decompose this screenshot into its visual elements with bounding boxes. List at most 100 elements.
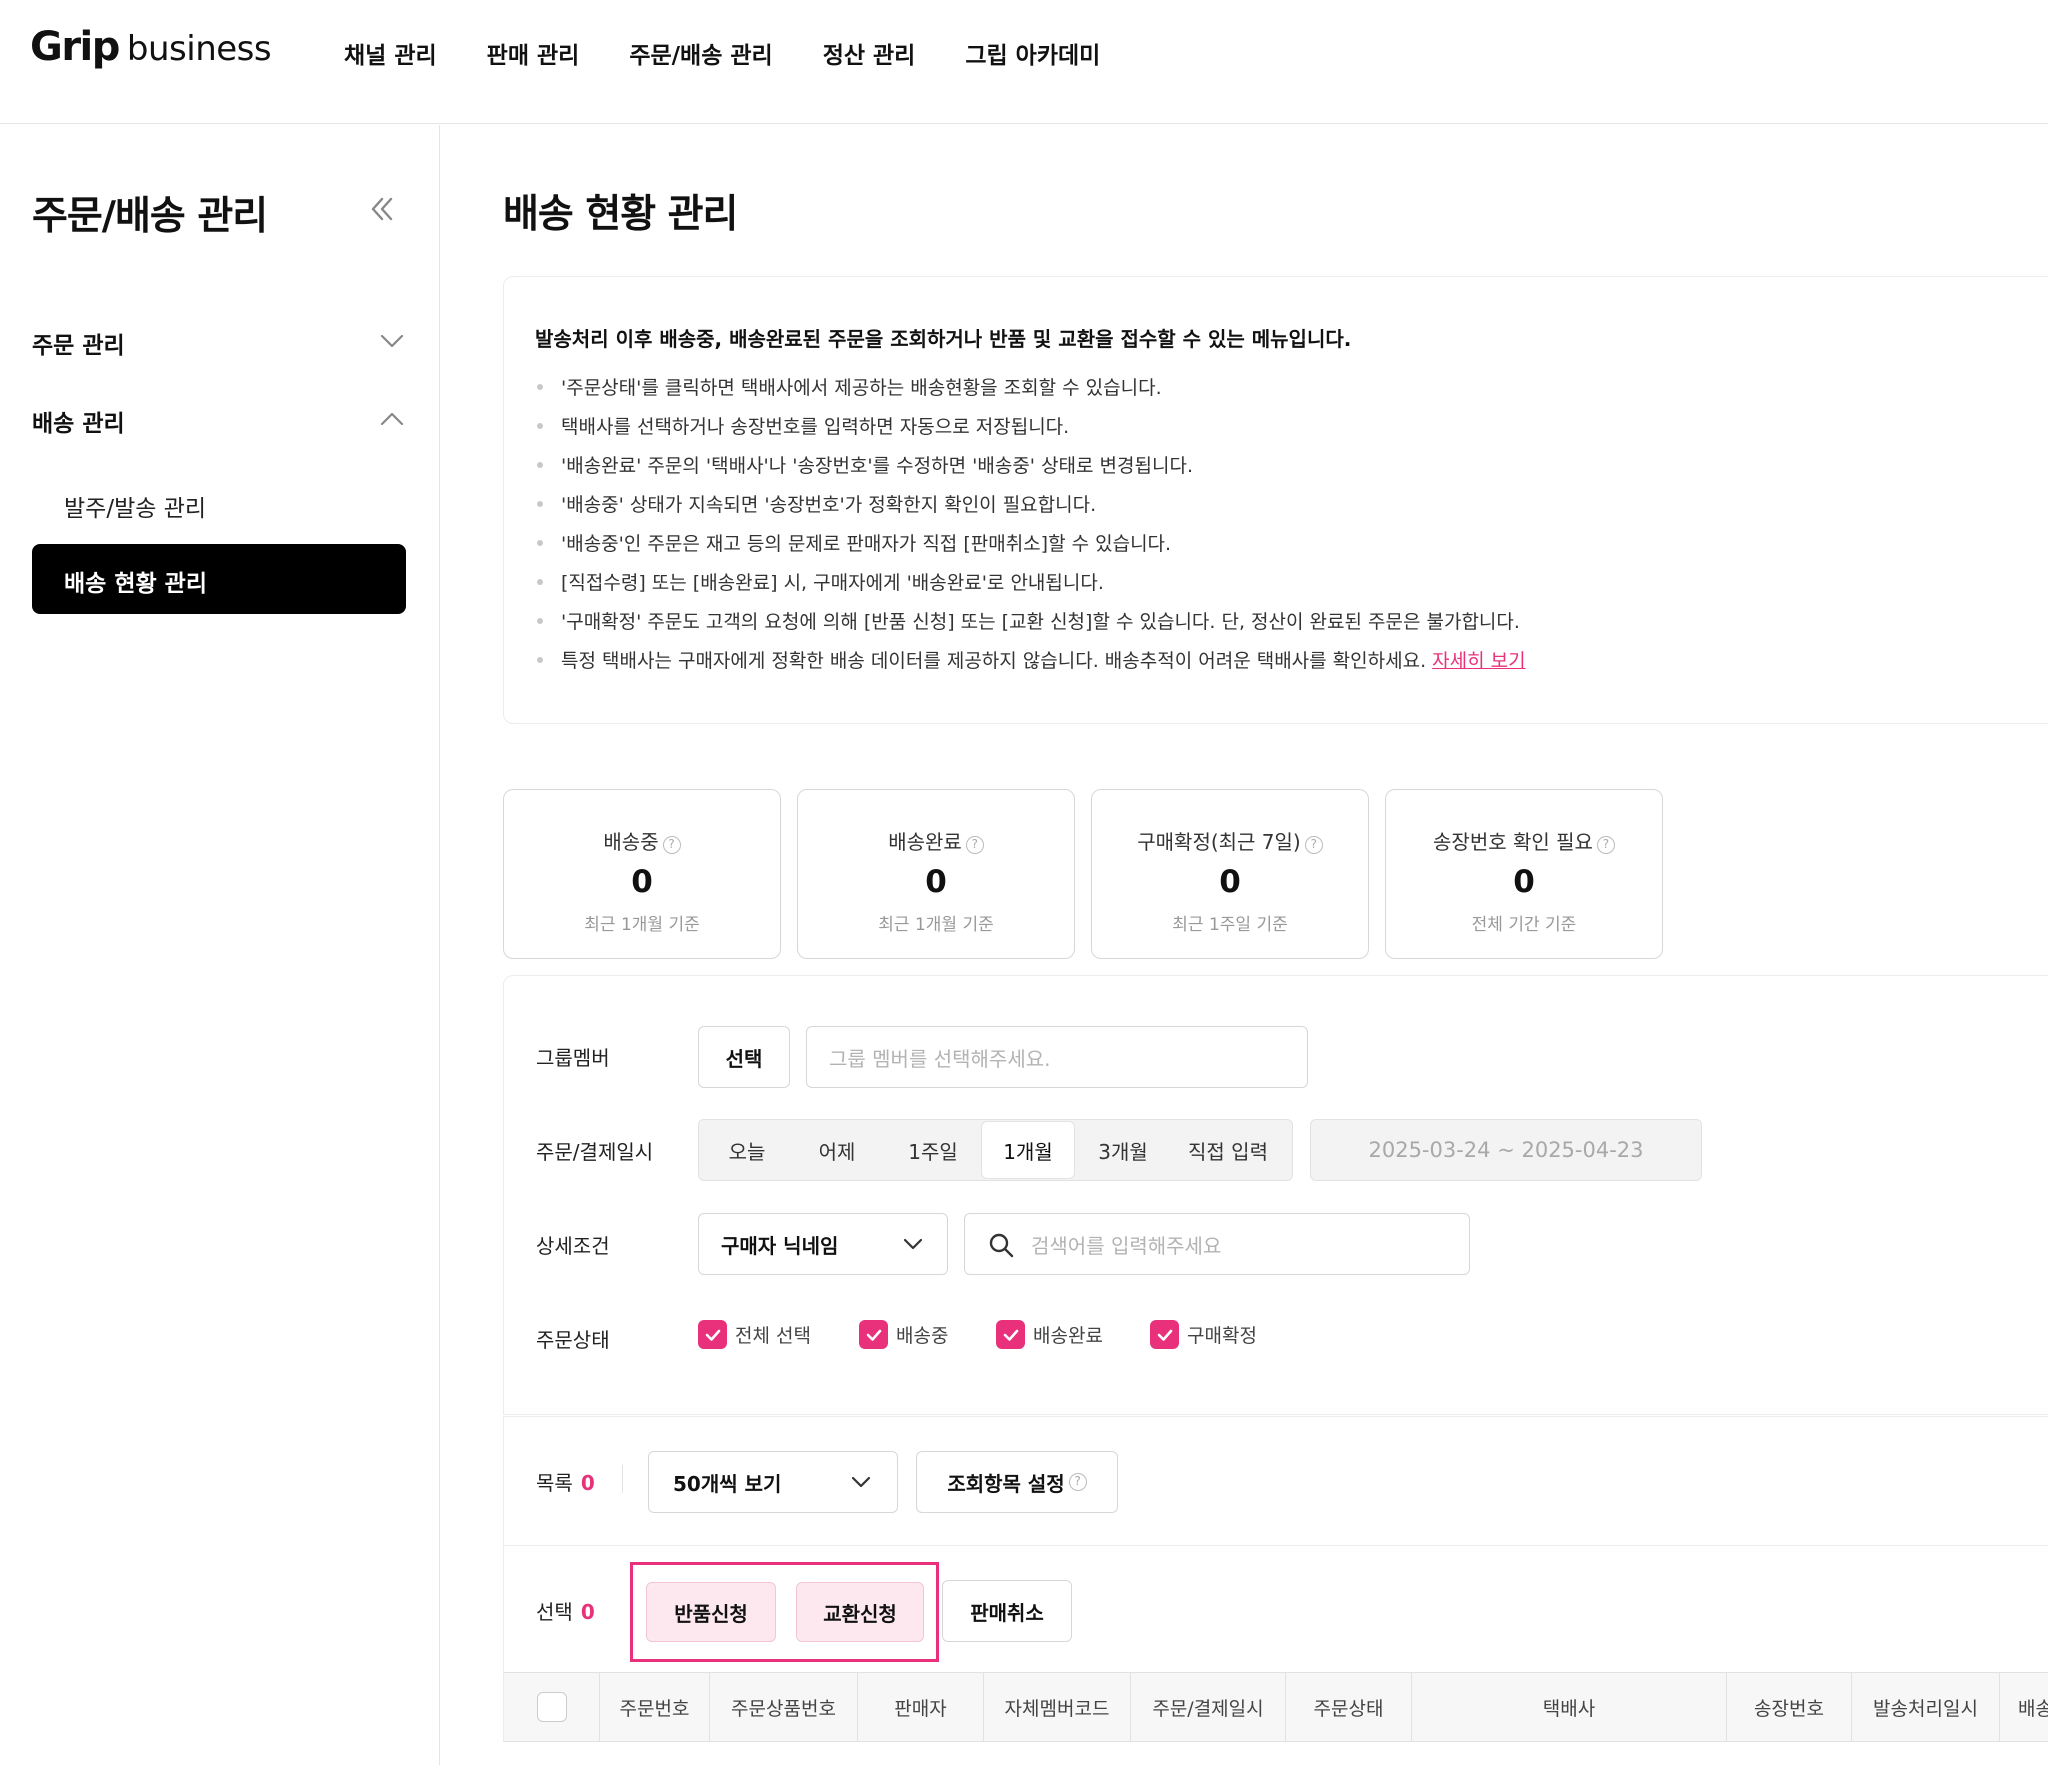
- status-checkbox-shipping[interactable]: 배송중: [859, 1320, 948, 1349]
- column-settings-button[interactable]: 조회항목 설정 ?: [916, 1451, 1118, 1513]
- notice-item: '주문상태'를 클릭하면 택배사에서 제공하는 배송현황을 조회할 수 있습니다…: [535, 373, 1526, 412]
- stat-card-invoice-check[interactable]: 송장번호 확인 필요? 0 전체 기간 기준: [1385, 789, 1663, 959]
- stat-value: 0: [1219, 864, 1241, 900]
- status-label: 주문상태: [536, 1328, 610, 1352]
- stat-title: 배송완료: [888, 830, 962, 854]
- sidebar: 주문/배송 관리 주문 관리 배송 관리 발주/발송 관리 배송 현황 관리: [0, 125, 440, 1765]
- date-option-week[interactable]: 1주일: [885, 1121, 981, 1179]
- search-input[interactable]: 검색어를 입력해주세요: [964, 1213, 1470, 1275]
- column-header[interactable]: 택배사: [1412, 1673, 1727, 1741]
- grip-business-logo[interactable]: Grip business: [30, 24, 272, 80]
- select-all-checkbox[interactable]: [536, 1692, 567, 1722]
- stat-cards: 배송중? 0 최근 1개월 기준 배송완료? 0 최근 1개월 기준 구매확정(…: [503, 789, 1663, 959]
- stat-title-wrap: 송장번호 확인 필요?: [1386, 826, 1662, 855]
- column-header[interactable]: 주문상태: [1286, 1673, 1412, 1741]
- status-checkbox-label: 구매확정: [1187, 1325, 1257, 1347]
- date-option-3months[interactable]: 3개월: [1075, 1121, 1171, 1179]
- stat-sub: 최근 1개월 기준: [584, 915, 700, 935]
- logo-light-text: business: [126, 29, 272, 69]
- date-option-today[interactable]: 오늘: [705, 1121, 789, 1179]
- group-member-field[interactable]: 그룹 멤버를 선택해주세요.: [806, 1026, 1308, 1088]
- notice-item: 택배사를 선택하거나 송장번호를 입력하면 자동으로 저장됩니다.: [535, 412, 1526, 451]
- column-header[interactable]: 배송: [2000, 1673, 2048, 1741]
- column-header[interactable]: 발송처리일시: [1852, 1673, 2000, 1741]
- filter-panel: 그룹멤버 선택 그룹 멤버를 선택해주세요. 주문/결제일시 오늘 어제 1주일…: [503, 975, 2048, 1415]
- nav-orders[interactable]: 주문/배송 관리: [629, 36, 772, 70]
- chevron-up-icon: [378, 405, 406, 433]
- stat-sub: 최근 1개월 기준: [878, 915, 994, 935]
- date-option-month[interactable]: 1개월: [981, 1121, 1075, 1179]
- help-icon[interactable]: ?: [1596, 836, 1615, 854]
- exchange-request-button[interactable]: 교환신청: [796, 1582, 924, 1642]
- stat-title-wrap: 구매확정(최근 7일)?: [1092, 826, 1368, 855]
- status-checkbox-confirmed[interactable]: 구매확정: [1150, 1320, 1257, 1349]
- stat-sub: 최근 1주일 기준: [1172, 915, 1288, 935]
- column-header[interactable]: 판매자: [858, 1673, 984, 1741]
- help-icon[interactable]: ?: [1304, 836, 1323, 854]
- sidebar-group-order[interactable]: 주문 관리: [32, 321, 406, 361]
- column-header[interactable]: 송장번호: [1727, 1673, 1852, 1741]
- sidebar-title: 주문/배송 관리: [32, 194, 268, 239]
- stat-card-shipping[interactable]: 배송중? 0 최근 1개월 기준: [503, 789, 781, 959]
- chevron-down-icon: [849, 1470, 873, 1499]
- date-option-custom[interactable]: 직접 입력: [1171, 1121, 1285, 1179]
- stat-card-confirmed[interactable]: 구매확정(최근 7일)? 0 최근 1주일 기준: [1091, 789, 1369, 959]
- status-checkbox-label: 배송중: [896, 1325, 949, 1347]
- sale-cancel-button[interactable]: 판매취소: [942, 1580, 1072, 1642]
- help-icon: ?: [1068, 1473, 1087, 1491]
- column-header[interactable]: 주문상품번호: [710, 1673, 858, 1741]
- notice-box: 발송처리 이후 배송중, 배송완료된 주문을 조회하거나 반품 및 교환을 접수…: [503, 276, 2048, 724]
- help-icon[interactable]: ?: [662, 836, 681, 854]
- list-count: 목록 0: [536, 1467, 595, 1496]
- stat-title: 구매확정(최근 7일): [1137, 830, 1301, 854]
- column-settings-label: 조회항목 설정: [947, 1471, 1065, 1496]
- nav-sales[interactable]: 판매 관리: [487, 36, 580, 70]
- check-icon: [698, 1320, 727, 1349]
- help-icon[interactable]: ?: [965, 836, 984, 854]
- stat-value: 0: [925, 864, 947, 900]
- list-count-label: 목록: [536, 1471, 573, 1495]
- notice-item-text: 특정 택배사는 구매자에게 정확한 배송 데이터를 제공하지 않습니다. 배송추…: [561, 650, 1427, 672]
- stat-title-wrap: 배송중?: [504, 826, 780, 855]
- check-icon: [996, 1320, 1025, 1349]
- nav-channel[interactable]: 채널 관리: [344, 36, 437, 70]
- group-member-select-button[interactable]: 선택: [698, 1026, 790, 1088]
- status-checkbox-label: 배송완료: [1033, 1325, 1103, 1347]
- detail-label: 상세조건: [536, 1234, 610, 1258]
- page-title: 배송 현황 관리: [503, 192, 738, 237]
- sidebar-item-dispatch[interactable]: 발주/발송 관리: [64, 489, 206, 523]
- column-header[interactable]: 자체멤버코드: [984, 1673, 1131, 1741]
- date-range-field[interactable]: 2025-03-24 ~ 2025-04-23: [1310, 1119, 1702, 1181]
- detail-select-value: 구매자 닉네임: [721, 1233, 839, 1258]
- top-header: Grip business 채널 관리 판매 관리 주문/배송 관리 정산 관리…: [0, 0, 2048, 124]
- nav-academy[interactable]: 그립 아카데미: [965, 36, 1100, 70]
- detail-link[interactable]: 자세히 보기: [1432, 650, 1525, 672]
- date-option-yesterday[interactable]: 어제: [789, 1121, 885, 1179]
- nav-settlement[interactable]: 정산 관리: [823, 36, 916, 70]
- stat-title: 송장번호 확인 필요: [1433, 830, 1593, 854]
- notice-list: '주문상태'를 클릭하면 택배사에서 제공하는 배송현황을 조회할 수 있습니다…: [535, 373, 1526, 685]
- column-header[interactable]: 주문번호: [600, 1673, 710, 1741]
- stat-value: 0: [631, 864, 653, 900]
- detail-condition-select[interactable]: 구매자 닉네임: [698, 1213, 948, 1275]
- check-icon: [859, 1320, 888, 1349]
- page-size-select[interactable]: 50개씩 보기: [648, 1451, 898, 1513]
- check-icon: [1150, 1320, 1179, 1349]
- search-placeholder: 검색어를 입력해주세요: [1031, 1233, 1222, 1258]
- page-size-value: 50개씩 보기: [673, 1471, 782, 1496]
- status-checkbox-delivered[interactable]: 배송완료: [996, 1320, 1103, 1349]
- date-label: 주문/결제일시: [536, 1140, 654, 1164]
- group-member-label: 그룹멤버: [536, 1046, 610, 1070]
- search-icon: [987, 1231, 1015, 1264]
- column-header[interactable]: 주문/결제일시: [1131, 1673, 1286, 1741]
- double-chevron-left-icon[interactable]: [362, 189, 402, 229]
- return-request-button[interactable]: 반품신청: [646, 1582, 776, 1642]
- sidebar-item-label: 배송 현황 관리: [64, 571, 207, 597]
- sidebar-item-delivery-status[interactable]: 배송 현황 관리: [32, 544, 406, 614]
- sidebar-group-delivery[interactable]: 배송 관리: [32, 399, 406, 439]
- stat-card-delivered[interactable]: 배송완료? 0 최근 1개월 기준: [797, 789, 1075, 959]
- notice-item: 특정 택배사는 구매자에게 정확한 배송 데이터를 제공하지 않습니다. 배송추…: [535, 646, 1526, 685]
- sidebar-group-label: 배송 관리: [32, 411, 125, 437]
- select-all-cell: [504, 1673, 600, 1741]
- status-checkbox-all[interactable]: 전체 선택: [698, 1320, 811, 1349]
